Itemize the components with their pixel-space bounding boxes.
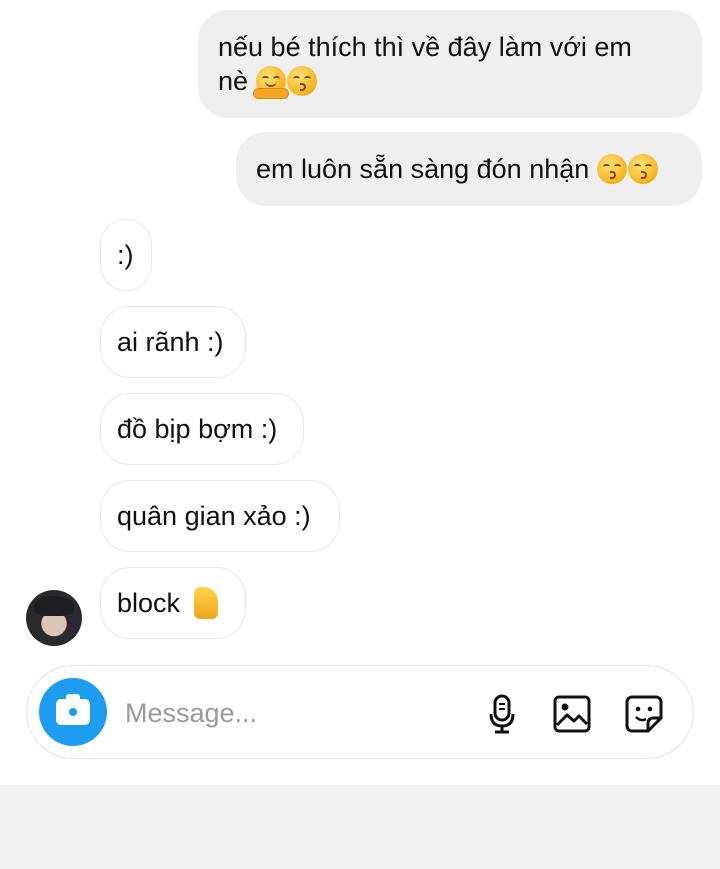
message-text: :) bbox=[117, 240, 134, 270]
camera-button[interactable] bbox=[39, 678, 107, 746]
sticker-icon[interactable] bbox=[624, 694, 664, 734]
message-text: quân gian xảo :) bbox=[117, 501, 311, 531]
sent-message[interactable]: nếu bé thích thì về đây làm với em nè bbox=[198, 10, 702, 118]
gallery-icon[interactable] bbox=[552, 694, 592, 734]
received-message[interactable]: đồ bịp bợm :) bbox=[100, 393, 304, 465]
kissing-face-icon bbox=[597, 154, 628, 184]
message-line: nếu bé thích thì về đây làm với em bbox=[218, 30, 682, 64]
hugging-face-icon bbox=[253, 66, 290, 99]
sent-message[interactable]: em luôn sẵn sàng đón nhận bbox=[236, 132, 702, 206]
chat-screen: nếu bé thích thì về đây làm với em nè em… bbox=[0, 0, 720, 869]
message-line: nè bbox=[218, 64, 682, 99]
message-text: ai rãnh :) bbox=[117, 327, 224, 357]
kissing-face-icon bbox=[287, 66, 318, 96]
sender-avatar[interactable] bbox=[26, 590, 82, 646]
received-message[interactable]: block bbox=[100, 567, 246, 639]
message-text: block bbox=[117, 588, 181, 618]
microphone-icon[interactable] bbox=[482, 694, 522, 734]
received-message[interactable]: ai rãnh :) bbox=[100, 306, 246, 378]
message-text: đồ bịp bợm :) bbox=[117, 414, 278, 444]
message-composer bbox=[26, 665, 694, 759]
received-message[interactable]: :) bbox=[100, 219, 152, 291]
received-message[interactable]: quân gian xảo :) bbox=[100, 480, 340, 552]
message-text: em luôn sẵn sàng đón nhận bbox=[256, 154, 590, 184]
camera-icon bbox=[56, 694, 90, 725]
message-text: nếu bé thích thì về đây làm với em bbox=[218, 32, 632, 62]
thumbs-up-icon bbox=[194, 587, 219, 619]
message-input[interactable] bbox=[125, 692, 465, 734]
kissing-face-icon bbox=[628, 154, 659, 184]
system-navigation-area bbox=[0, 785, 720, 869]
message-text: nè bbox=[218, 66, 249, 96]
